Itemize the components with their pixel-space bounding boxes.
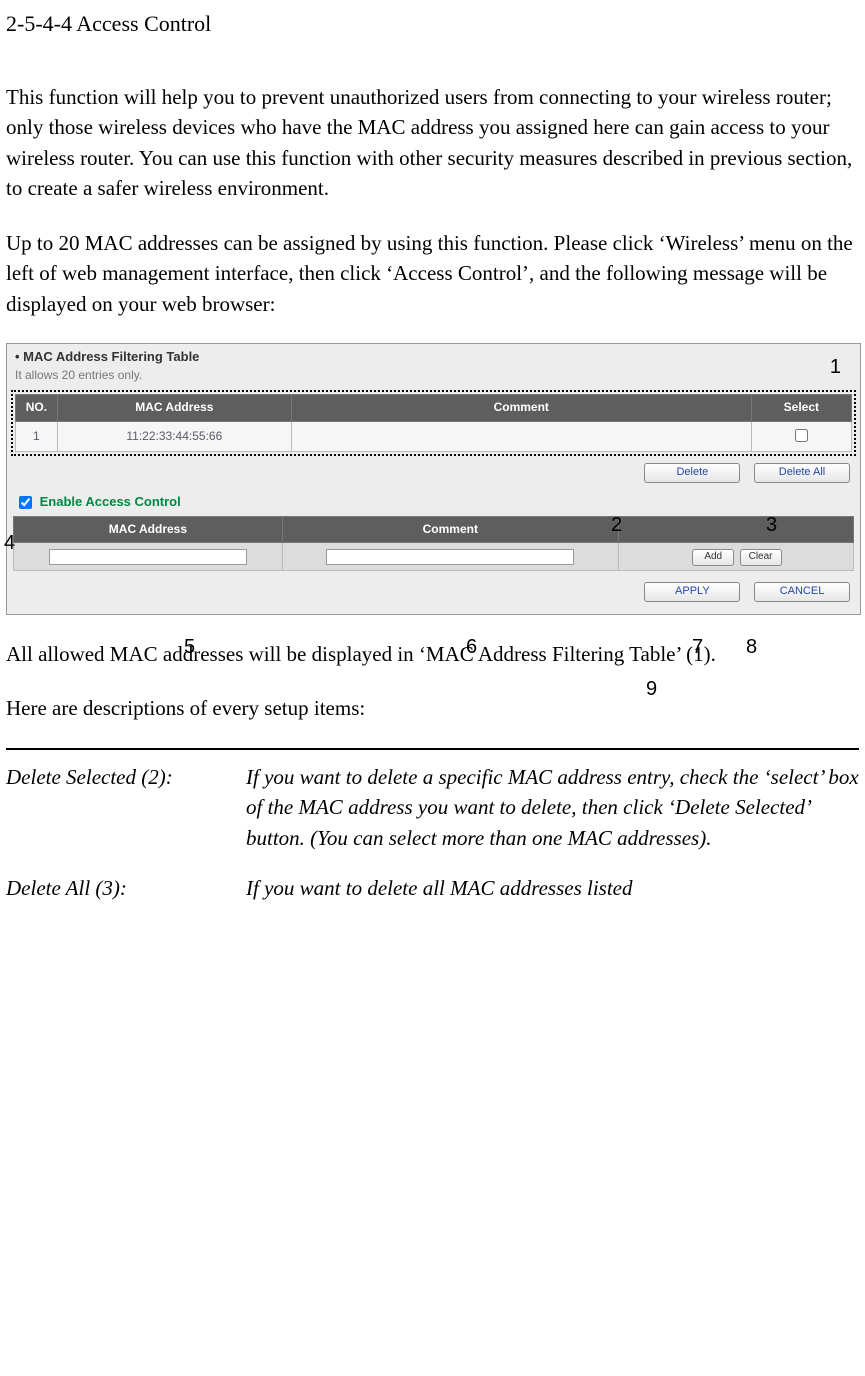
desc-body: If you want to delete all MAC addresses … [246,873,859,903]
col-header-mac: MAC Address [57,395,291,421]
desc-label: Delete Selected (2): [6,762,246,853]
input-table: MAC Address Comment Add Clear [13,516,854,571]
description-list: Delete Selected (2): If you want to dele… [6,748,859,904]
cell-select [751,421,851,451]
input-cell-comment [282,543,618,571]
input-col-header-mac: MAC Address [14,516,283,542]
mac-address-input[interactable] [49,549,247,565]
callout-8: 8 [746,633,757,662]
clear-button[interactable]: Clear [740,549,782,566]
apply-cancel-row: APPLY CANCEL [7,575,860,606]
desc-item-delete-selected: Delete Selected (2): If you want to dele… [6,762,859,853]
enable-access-control-row: Enable Access Control [7,485,860,516]
delete-button-row: Delete Delete All [7,456,860,485]
apply-button[interactable]: APPLY [644,582,740,602]
callout-3: 3 [766,511,777,540]
filter-table-highlight: NO. MAC Address Comment Select 1 11:22:3… [11,390,856,456]
callout-1: 1 [830,353,841,382]
col-header-select: Select [751,395,851,421]
callout-9: 9 [646,675,657,704]
input-row: Add Clear [14,543,854,571]
panel-title: MAC Address Filtering Table [7,344,860,367]
cell-mac: 11:22:33:44:55:66 [57,421,291,451]
input-cell-mac [14,543,283,571]
cancel-button[interactable]: CANCEL [754,582,850,602]
input-cell-actions: Add Clear [618,543,853,571]
mac-filter-panel: MAC Address Filtering Table It allows 20… [6,343,861,615]
callout-6: 6 [466,633,477,662]
table-row: 1 11:22:33:44:55:66 [16,421,852,451]
input-col-header-actions [618,516,853,542]
panel-subtitle: It allows 20 entries only. [7,367,860,390]
mac-filter-table: NO. MAC Address Comment Select 1 11:22:3… [15,394,852,452]
col-header-comment: Comment [291,395,751,421]
delete-button[interactable]: Delete [644,463,740,483]
input-header-row: MAC Address Comment [14,516,854,542]
intro-para-2: Up to 20 MAC addresses can be assigned b… [6,228,859,319]
desc-body: If you want to delete a specific MAC add… [246,762,859,853]
desc-label: Delete All (3): [6,873,246,903]
callout-7: 7 [692,633,703,662]
screenshot-figure: MAC Address Filtering Table It allows 20… [6,343,861,615]
cell-no: 1 [16,421,58,451]
enable-access-control-checkbox[interactable] [19,496,32,509]
cell-comment [291,421,751,451]
comment-input[interactable] [326,549,574,565]
col-header-no: NO. [16,395,58,421]
delete-all-button[interactable]: Delete All [754,463,850,483]
callout-4: 4 [4,529,15,558]
callout-2: 2 [611,511,622,540]
add-button[interactable]: Add [692,549,734,566]
intro-para-1: This function will help you to prevent u… [6,82,859,204]
table-header-row: NO. MAC Address Comment Select [16,395,852,421]
callout-5: 5 [184,633,195,662]
enable-access-control-label: Enable Access Control [40,494,181,509]
section-heading: 2-5-4-4 Access Control [6,8,859,40]
input-col-header-comment: Comment [282,516,618,542]
para-after-figure-1: All allowed MAC addresses will be displa… [6,639,859,669]
row-select-checkbox[interactable] [795,429,808,442]
desc-item-delete-all: Delete All (3): If you want to delete al… [6,873,859,903]
para-after-figure-2: Here are descriptions of every setup ite… [6,693,859,723]
